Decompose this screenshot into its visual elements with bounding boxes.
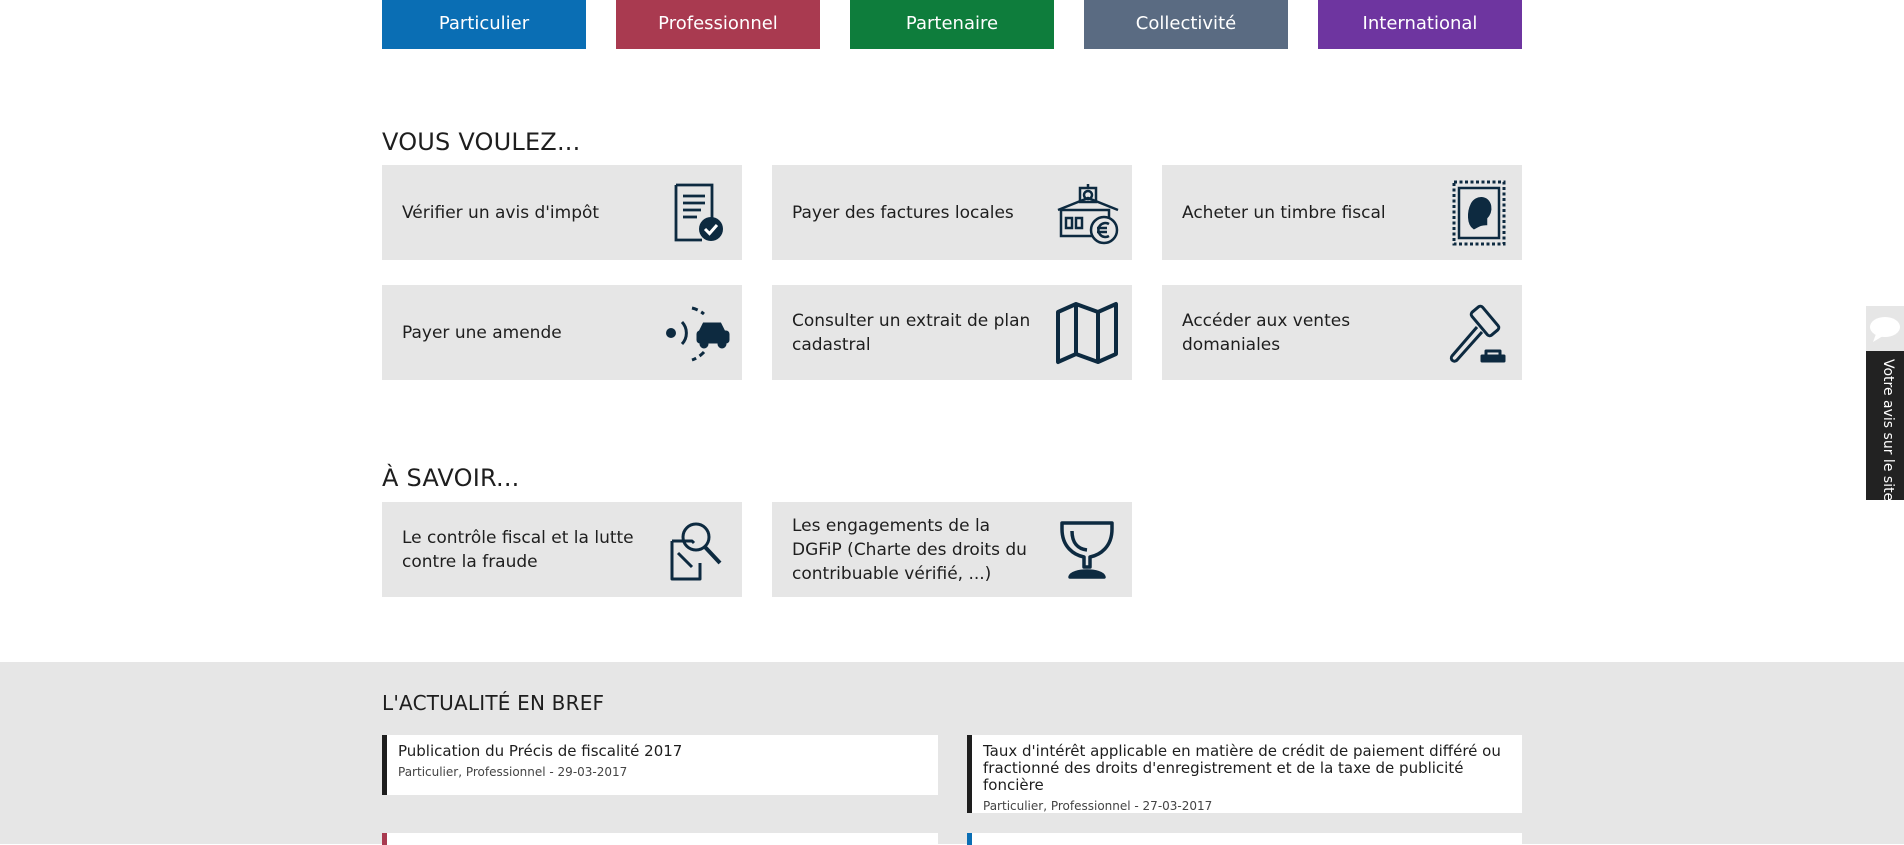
tile-label: Le contrôle fiscal et la lutte contre la… [402,527,634,572]
tile-label: Vérifier un avis d'impôt [402,202,600,223]
tile-plan-cadastral[interactable]: Consulter un extrait de plan cadastral [772,285,1132,380]
news-meta: Particulier, Professionnel - 27-03-2017 [983,799,1213,813]
tile-label: Payer une amende [402,322,562,343]
audience-nav: Particulier Professionnel Partenaire Col… [382,0,1522,49]
news-section: L'ACTUALITÉ EN BREF [0,662,1904,844]
town-hall-euro-icon [1054,180,1120,246]
audience-button-collectivite[interactable]: Collectivité [1084,0,1288,49]
map-icon [1054,300,1120,366]
news-title: Publication du Précis de fiscalité 2017 [398,742,683,760]
news-meta: Particulier, Professionnel - 29-03-2017 [398,765,628,779]
tile-ventes-domaniales[interactable]: Accéder aux ventes domaniales [1162,285,1522,380]
feedback-tab[interactable]: Votre avis sur le site [1866,306,1904,502]
tile-controle-fiscal[interactable]: Le contrôle fiscal et la lutte contre la… [382,502,742,597]
audience-button-professionnel[interactable]: Professionnel [616,0,820,49]
stamp-icon [1444,180,1510,246]
tile-label: Acheter un timbre fiscal [1182,202,1386,223]
a-savoir-tiles: Le contrôle fiscal et la lutte contre la… [382,502,1522,597]
trophy-icon [1054,517,1120,583]
tile-payer-factures[interactable]: Payer des factures locales [772,165,1132,260]
feedback-label: Votre avis sur le site [1880,359,1896,502]
news-title: Taux d'intérêt applicable en matière de … [983,742,1501,794]
audience-button-partenaire[interactable]: Partenaire [850,0,1054,49]
tile-label: Payer des factures locales [792,202,1014,223]
section-title-vous-voulez: VOUS VOULEZ... [382,128,581,156]
tile-verifier-avis[interactable]: Vérifier un avis d'impôt [382,165,742,260]
news-item[interactable]: Taux d'intérêt applicable en matière de … [967,735,1522,813]
feedback-label-box: Votre avis sur le site [1866,351,1904,502]
vous-voulez-tiles: Vérifier un avis d'impôt Payer des factu… [382,165,1522,380]
speed-camera-car-icon [664,300,730,366]
tile-payer-amende[interactable]: Payer une amende [382,285,742,380]
news-item[interactable]: Publication du Précis de fiscalité 2017 … [382,735,938,795]
audience-button-international[interactable]: International [1318,0,1522,49]
section-title-a-savoir: À SAVOIR... [382,464,520,492]
auction-gavel-icon [1444,300,1510,366]
news-item-partial[interactable] [382,833,938,845]
tile-acheter-timbre[interactable]: Acheter un timbre fiscal [1162,165,1522,260]
speech-bubble-icon [1866,306,1904,351]
tile-engagements-dgfip[interactable]: Les engagements de la DGFiP (Charte des … [772,502,1132,597]
magnifier-document-icon [664,517,730,583]
tile-label: Les engagements de la DGFiP (Charte des … [792,515,1027,584]
tile-label: Consulter un extrait de plan cadastral [792,310,1031,355]
audience-button-particulier[interactable]: Particulier [382,0,586,49]
document-check-icon [664,180,730,246]
news-item-partial[interactable] [967,833,1522,845]
tile-label: Accéder aux ventes domaniales [1182,310,1351,355]
section-title-actualite: L'ACTUALITÉ EN BREF [382,691,605,715]
